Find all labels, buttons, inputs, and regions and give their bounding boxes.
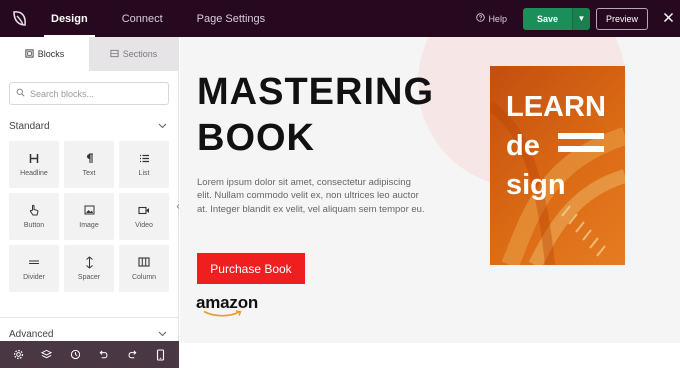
title-line-1: MASTERING	[197, 71, 434, 113]
bar	[558, 133, 604, 139]
page-canvas: MASTERING BOOK Lorem ipsum dolor sit ame…	[176, 37, 680, 368]
bar	[558, 146, 604, 152]
advanced-section: Advanced	[0, 317, 178, 344]
standard-label: Standard	[9, 120, 50, 132]
tab-design[interactable]: Design	[40, 0, 99, 37]
block-label: Image	[79, 222, 99, 229]
block-text[interactable]: Text	[64, 141, 114, 188]
tab-blocks-label: Blocks	[37, 49, 65, 59]
blocks-icon	[25, 48, 34, 60]
pointer-icon	[29, 204, 39, 216]
caret-down-icon: ▼	[577, 14, 586, 23]
paragraph-icon	[85, 152, 94, 164]
save-group: Save ▼	[522, 7, 590, 30]
body-paragraph[interactable]: Lorem ipsum dolor sit amet, consectetur …	[197, 176, 427, 216]
list-icon	[139, 152, 150, 164]
undo-icon[interactable]	[96, 347, 112, 363]
column-icon	[138, 256, 150, 268]
tab-sections[interactable]: Sections	[89, 37, 178, 71]
page-title[interactable]: MASTERING BOOK	[197, 69, 434, 161]
book-line-3: sign	[506, 169, 566, 201]
tab-connect[interactable]: Connect	[111, 0, 174, 37]
help-label: Help	[488, 13, 507, 24]
block-label: Text	[82, 170, 96, 177]
standard-section-header[interactable]: Standard	[0, 116, 178, 136]
chevron-left-icon: ‹	[176, 200, 180, 212]
heading-icon	[29, 152, 39, 164]
block-image[interactable]: Image	[64, 193, 114, 240]
block-column[interactable]: Column	[119, 245, 169, 292]
top-bar: Design Connect Page Settings Help Save ▼…	[0, 0, 680, 37]
settings-icon[interactable]	[10, 347, 26, 363]
block-label: Divider	[23, 274, 45, 281]
seedprod-logo-icon[interactable]	[0, 0, 40, 37]
chevron-up-icon	[158, 121, 167, 132]
block-button[interactable]: Button	[9, 193, 59, 240]
block-label: List	[138, 170, 150, 177]
close-icon	[663, 10, 674, 28]
history-icon[interactable]	[67, 347, 83, 363]
preview-button[interactable]: Preview	[595, 7, 648, 30]
search-icon	[16, 88, 25, 99]
block-label: Column	[131, 274, 157, 281]
block-video[interactable]: Video	[119, 193, 169, 240]
book-equals-bars	[558, 133, 604, 159]
amazon-logo: amazon	[196, 293, 258, 317]
hero-section[interactable]: MASTERING BOOK Lorem ipsum dolor sit ame…	[180, 37, 680, 343]
block-list[interactable]: List	[119, 141, 169, 188]
title-line-2: BOOK	[197, 117, 315, 159]
block-label: Headline	[20, 170, 48, 177]
chevron-down-icon	[158, 329, 167, 340]
image-icon	[84, 204, 95, 216]
spacer-icon	[85, 255, 94, 269]
save-options-dropdown[interactable]: ▼	[571, 7, 590, 30]
bottom-toolbar	[0, 341, 179, 368]
redo-icon[interactable]	[124, 347, 140, 363]
sections-icon	[110, 49, 119, 60]
tab-blocks[interactable]: Blocks	[0, 37, 89, 71]
layers-icon[interactable]	[39, 347, 55, 363]
tab-sections-label: Sections	[122, 49, 158, 59]
collapse-sidebar-handle[interactable]: ‹	[172, 197, 184, 215]
block-spacer[interactable]: Spacer	[64, 245, 114, 292]
block-label: Button	[23, 222, 45, 229]
book-line-1: LEARN	[506, 91, 606, 123]
close-button[interactable]	[656, 0, 680, 37]
sidebar: Blocks Sections Search blocks... Standar…	[0, 37, 179, 368]
advanced-label: Advanced	[9, 328, 54, 340]
video-icon	[138, 204, 150, 216]
divider-icon	[28, 256, 40, 268]
block-label: Spacer	[77, 274, 101, 281]
block-label: Video	[135, 222, 153, 229]
help-button[interactable]: Help	[476, 13, 507, 24]
save-button[interactable]: Save	[522, 7, 572, 30]
mobile-preview-icon[interactable]	[153, 347, 169, 363]
book-cover-image[interactable]: LEARN de sign	[490, 66, 625, 265]
sidebar-tabs: Blocks Sections	[0, 37, 178, 71]
amazon-smile-icon	[203, 310, 242, 317]
help-icon	[476, 13, 486, 24]
block-divider[interactable]: Divider	[9, 245, 59, 292]
search-blocks-field[interactable]: Search blocks...	[9, 82, 169, 105]
tab-page-settings[interactable]: Page Settings	[186, 0, 277, 37]
blocks-grid: Headline Text List Button Image Video Di…	[0, 141, 178, 292]
search-placeholder: Search blocks...	[30, 88, 95, 99]
block-headline[interactable]: Headline	[9, 141, 59, 188]
purchase-book-button[interactable]: Purchase Book	[197, 253, 305, 284]
